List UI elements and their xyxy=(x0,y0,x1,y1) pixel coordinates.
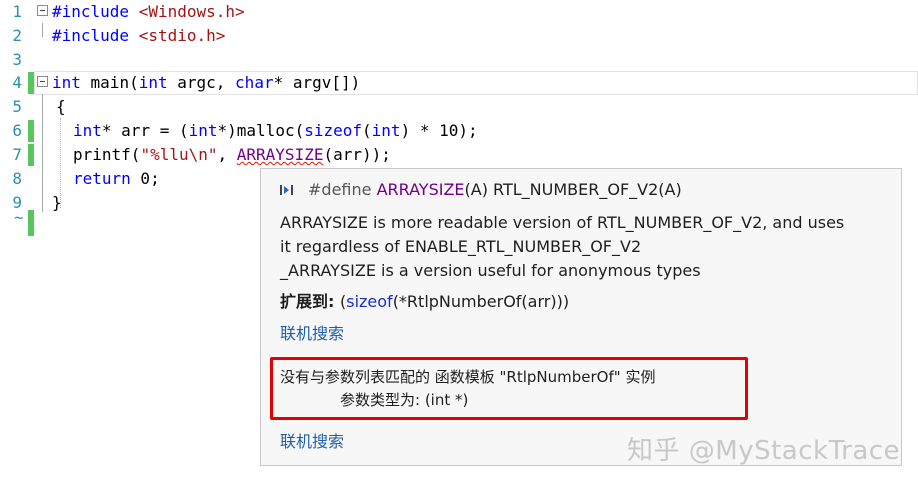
watermark: 知乎 @MyStackTrace xyxy=(627,436,901,466)
expand-label: 扩展到: xyxy=(280,292,340,311)
code-line[interactable]: 3 xyxy=(0,48,918,72)
change-marker xyxy=(28,210,34,236)
line-number: 4 xyxy=(12,73,22,92)
code-token: sizeof xyxy=(304,121,363,140)
code-token: printf( xyxy=(73,145,141,164)
code-token: * arr = ( xyxy=(101,121,189,140)
code-token: return xyxy=(73,169,131,188)
code-line[interactable]: 7 printf("%llu\n", ARRAYSIZE(arr)); xyxy=(0,143,918,167)
code-text: printf("%llu\n", ARRAYSIZE(arr)); xyxy=(73,143,391,167)
change-marker xyxy=(28,72,34,94)
change-marker xyxy=(28,120,34,142)
code-token: int xyxy=(52,73,81,92)
code-token: int xyxy=(188,121,218,140)
code-line[interactable]: 1 #include <Windows.h> xyxy=(0,0,918,24)
code-text: #include <Windows.h> xyxy=(52,0,245,24)
code-token: { xyxy=(56,97,66,116)
code-token: 0; xyxy=(130,169,160,188)
code-token: "%llu\n" xyxy=(140,145,218,164)
code-token: <stdio.h> xyxy=(138,26,226,45)
code-token: int xyxy=(138,73,168,92)
code-token: ( xyxy=(362,121,372,140)
macro-icon xyxy=(280,184,294,196)
line-number: 8 xyxy=(12,169,22,188)
quick-info-tooltip: #define ARRAYSIZE(A) RTL_NUMBER_OF_V2(A)… xyxy=(260,168,902,466)
description-line-1: ARRAYSIZE is more readable version of RT… xyxy=(280,213,845,232)
description-line-3: _ARRAYSIZE is a version useful for anony… xyxy=(280,261,701,280)
code-text: #include <stdio.h> xyxy=(52,24,225,48)
code-token: , xyxy=(217,145,237,164)
line-number: 3 xyxy=(12,50,22,69)
change-marker xyxy=(28,144,34,166)
line-number: 7 xyxy=(12,145,22,164)
expand-sizeof: sizeof xyxy=(346,292,393,311)
expansion-row: 扩展到: (sizeof(*RtlpNumberOf(arr))) xyxy=(280,290,569,314)
code-text: int* arr = (int*)malloc(sizeof(int) * 10… xyxy=(73,119,478,143)
description-line-2: it regardless of ENABLE_RTL_NUMBER_OF_V2 xyxy=(280,237,642,256)
search-online-link-1[interactable]: 联机搜索 xyxy=(280,322,344,346)
code-token: main( xyxy=(80,73,139,92)
code-token: argc, xyxy=(167,73,236,92)
end-of-file-marker: ~ xyxy=(14,208,24,227)
code-text: return 0; xyxy=(73,167,160,191)
code-token: <Windows.h> xyxy=(138,2,245,21)
search-online-link-2[interactable]: 联机搜索 xyxy=(280,430,344,454)
code-token: * argv[]) xyxy=(273,73,361,92)
code-line[interactable]: 4 int main(int argc, char* argv[]) xyxy=(0,71,918,95)
code-token: ) * 10); xyxy=(400,121,478,140)
define-keyword: #define xyxy=(308,180,377,199)
macro-definition: (A) RTL_NUMBER_OF_V2(A) xyxy=(464,180,682,199)
line-number: 5 xyxy=(12,97,22,116)
code-token: *)malloc( xyxy=(217,121,305,140)
code-line[interactable]: 2 #include <stdio.h> xyxy=(0,24,918,48)
code-token: #include xyxy=(52,2,139,21)
error-message-line-1: 没有与参数列表匹配的 函数模板 "RtlpNumberOf" 实例 xyxy=(280,368,656,386)
line-number: 2 xyxy=(12,26,22,45)
code-token: int xyxy=(73,121,102,140)
macro-signature: #define ARRAYSIZE(A) RTL_NUMBER_OF_V2(A) xyxy=(280,178,682,202)
line-number: 1 xyxy=(12,2,22,21)
error-message-line-2: 参数类型为: (int *) xyxy=(340,391,469,409)
code-token: char xyxy=(235,73,274,92)
code-line[interactable]: 6 int* arr = (int*)malloc(sizeof(int) * 1… xyxy=(0,119,918,143)
expand-rest: (*RtlpNumberOf(arr))) xyxy=(392,292,570,311)
error-squiggle-token[interactable]: ARRAYSIZE xyxy=(237,145,324,164)
macro-name: ARRAYSIZE xyxy=(376,180,465,199)
collapse-icon[interactable] xyxy=(37,5,48,16)
collapse-icon[interactable] xyxy=(37,76,48,87)
code-token: #include xyxy=(52,26,139,45)
line-number: 6 xyxy=(12,121,22,140)
code-line[interactable]: 5{ xyxy=(0,95,918,119)
code-text: int main(int argc, char* argv[]) xyxy=(52,71,360,95)
code-text: { xyxy=(56,95,66,119)
code-token: (arr)); xyxy=(323,145,391,164)
code-token: int xyxy=(371,121,401,140)
